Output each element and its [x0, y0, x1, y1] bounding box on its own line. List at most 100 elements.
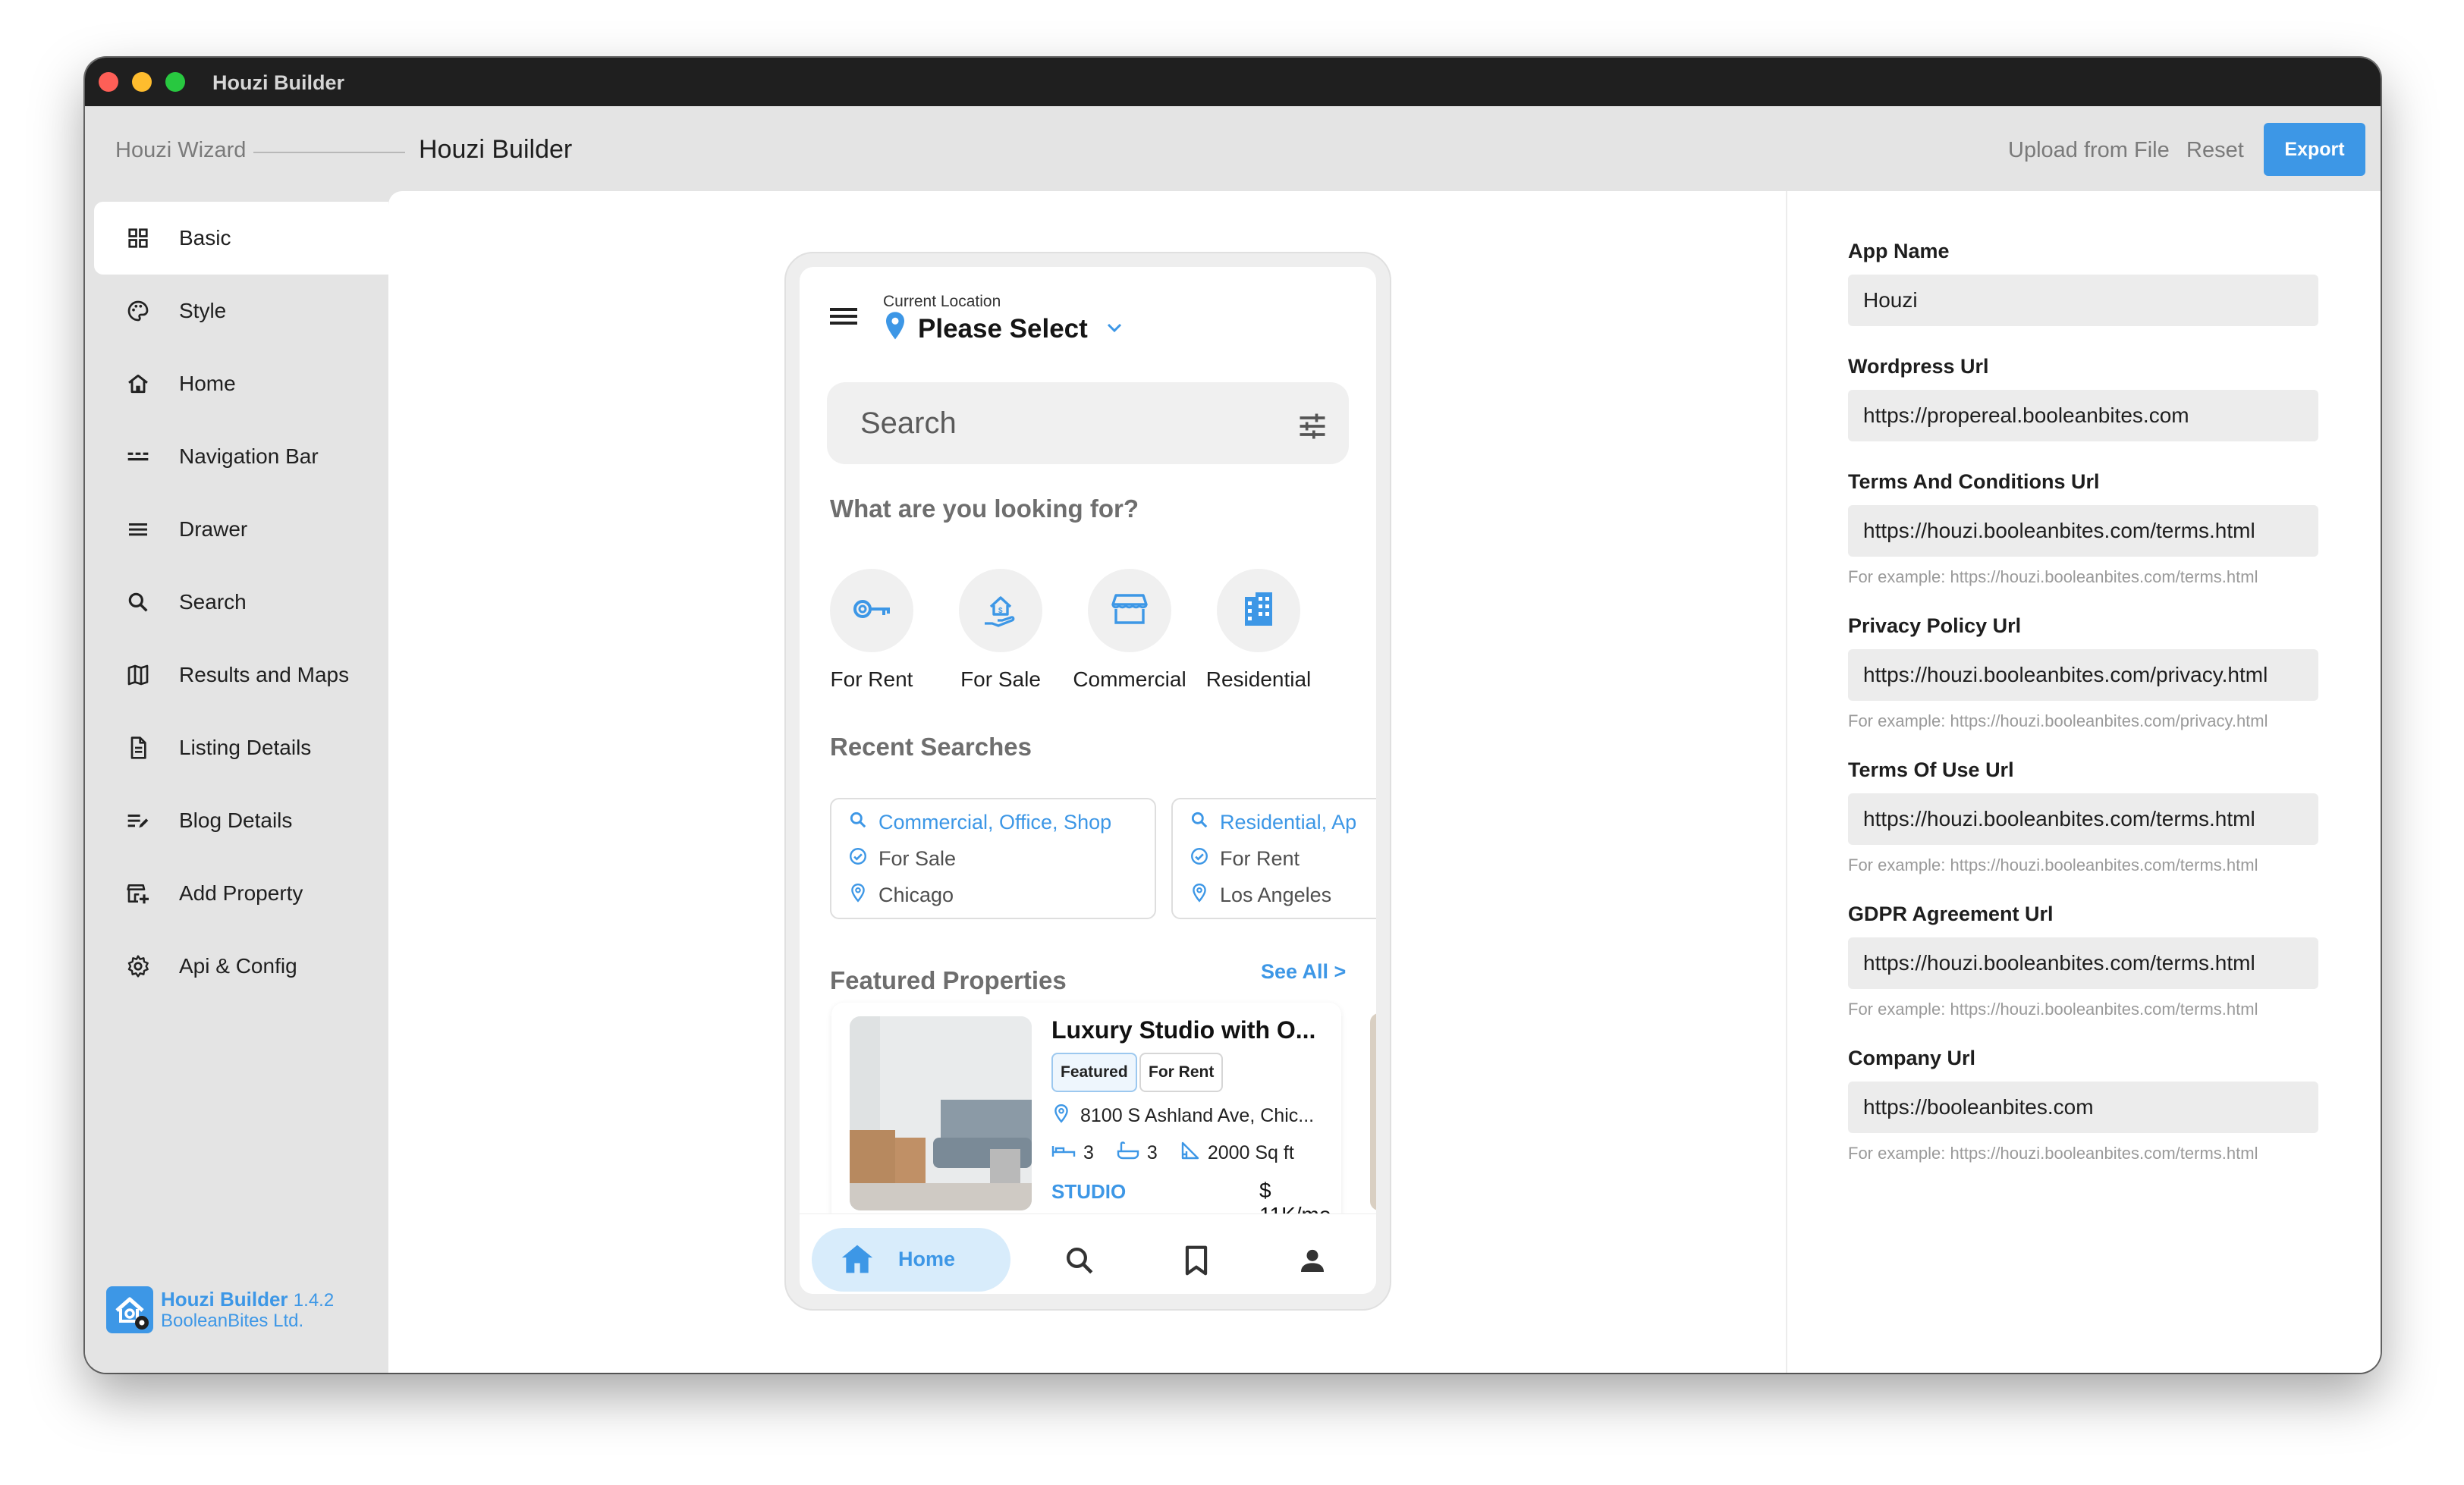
sidebar-item-drawer[interactable]: Drawer: [94, 493, 388, 566]
category-for-sale[interactable]: $: [959, 569, 1042, 652]
map-icon: [123, 660, 153, 690]
bottom-nav-profile-icon[interactable]: [1297, 1245, 1328, 1280]
category-for-rent[interactable]: [830, 569, 913, 652]
sidebar-item-blog-details[interactable]: Blog Details: [94, 784, 388, 857]
gdpr-agreement-url-label: GDPR Agreement Url: [1848, 903, 2054, 925]
location-caption: Current Location: [883, 293, 1001, 310]
next-property-card[interactable]: [1370, 1013, 1376, 1210]
recent-searches-heading: Recent Searches: [830, 733, 1032, 761]
recent-city: Los Angeles: [1220, 884, 1332, 906]
company-url-label: Company Url: [1848, 1047, 1976, 1069]
category-residential[interactable]: [1217, 569, 1300, 652]
settings-form: App Name Houzi Wordpress Url https://pro…: [1786, 191, 2381, 1373]
terms-of-use-url-input[interactable]: https://houzi.booleanbites.com/terms.htm…: [1848, 793, 2318, 845]
recent-search-card[interactable]: Residential, Ap For Rent Los Angeles: [1171, 798, 1376, 919]
property-baths: 3: [1146, 1142, 1158, 1163]
sidebar-item-label: Add Property: [179, 881, 303, 905]
recent-status-row: For Sale: [848, 846, 956, 871]
location-pin-icon: [1190, 883, 1209, 908]
location-select[interactable]: Please Select: [918, 314, 1088, 344]
upload-from-file-button[interactable]: Upload from File: [2008, 138, 2170, 163]
recent-city-row: Los Angeles: [1190, 883, 1331, 908]
category-label: Commercial: [1073, 667, 1186, 691]
recent-search-card[interactable]: Commercial, Office, Shop For Sale Chicag…: [830, 798, 1156, 919]
home-filled-icon: [841, 1243, 874, 1279]
export-button[interactable]: Export: [2264, 123, 2365, 176]
property-address: 8100 S Ashland Ave, Chic...: [1080, 1105, 1315, 1126]
bottom-nav-bookmark-icon[interactable]: [1182, 1245, 1211, 1280]
reset-button[interactable]: Reset: [2186, 138, 2244, 163]
location-pin-icon: [883, 311, 907, 345]
recent-city: Chicago: [878, 884, 954, 906]
app-name-input[interactable]: Houzi: [1848, 275, 2318, 326]
featured-properties-heading: Featured Properties: [830, 966, 1067, 994]
sidebar-item-listing-details[interactable]: Listing Details: [94, 711, 388, 784]
sidebar-item-search[interactable]: Search: [94, 566, 388, 639]
sidebar-item-basic[interactable]: Basic: [94, 202, 388, 275]
sidebar-item-label: Basic: [179, 226, 231, 250]
area-icon: [1180, 1141, 1200, 1166]
location-pin-icon: [1051, 1103, 1071, 1129]
terms-conditions-url-label: Terms And Conditions Url: [1848, 470, 2100, 493]
sidebar-item-add-property[interactable]: Add Property: [94, 857, 388, 930]
company-url-help: For example: https://houzi.booleanbites.…: [1848, 1144, 2258, 1163]
sidebar-item-api-config[interactable]: Api & Config: [94, 930, 388, 1003]
sidebar-item-home[interactable]: Home: [94, 347, 388, 420]
zoom-window-button[interactable]: [165, 72, 185, 92]
terms-of-use-url-help: For example: https://houzi.booleanbites.…: [1848, 856, 2258, 874]
chevron-down-icon[interactable]: [1106, 322, 1123, 338]
phone-preview: Current Location Please Select Search Wh…: [784, 252, 1391, 1311]
bed-icon: [1051, 1141, 1076, 1165]
minimize-window-button[interactable]: [132, 72, 152, 92]
category-label: Residential: [1205, 667, 1312, 691]
search-icon: [848, 810, 868, 835]
see-all-link[interactable]: See All >: [1261, 960, 1346, 984]
sidebar-item-label: Results and Maps: [179, 663, 350, 686]
terms-conditions-url-input[interactable]: https://houzi.booleanbites.com/terms.htm…: [1848, 505, 2318, 557]
apartment-icon: [1242, 591, 1275, 631]
gdpr-agreement-url-input[interactable]: https://houzi.booleanbites.com/terms.htm…: [1848, 937, 2318, 989]
property-features-row: 3 3 2000 Sq ft: [1051, 1141, 1294, 1166]
sidebar-item-style[interactable]: Style: [94, 275, 388, 347]
close-window-button[interactable]: [99, 72, 118, 92]
document-icon: [123, 733, 153, 763]
filter-sliders-icon[interactable]: [1296, 410, 1329, 447]
category-commercial[interactable]: [1088, 569, 1171, 652]
property-card[interactable]: Luxury Studio with O... Featured For Ren…: [831, 1003, 1341, 1230]
sidebar-item-navigation-bar[interactable]: Navigation Bar: [94, 420, 388, 493]
wordpress-url-input[interactable]: https://propereal.booleanbites.com: [1848, 390, 2318, 441]
sidebar-item-label: Navigation Bar: [179, 444, 319, 468]
sidebar-item-label: Listing Details: [179, 736, 312, 759]
recent-query: Residential, Ap: [1220, 811, 1357, 834]
svg-text:$: $: [998, 607, 1003, 615]
privacy-policy-url-input[interactable]: https://houzi.booleanbites.com/privacy.h…: [1848, 649, 2318, 701]
bottom-nav-search-icon[interactable]: [1064, 1245, 1095, 1280]
breadcrumb-wizard[interactable]: Houzi Wizard: [115, 138, 246, 163]
house-hand-icon: $: [982, 590, 1020, 632]
page-title: Houzi Builder: [419, 135, 573, 164]
phone-bottom-nav: Home: [800, 1213, 1376, 1294]
phone-screen: Current Location Please Select Search Wh…: [800, 267, 1376, 1294]
hamburger-menu-icon[interactable]: [828, 303, 859, 329]
privacy-policy-url-help: For example: https://houzi.booleanbites.…: [1848, 711, 2268, 730]
recent-query: Commercial, Office, Shop: [878, 811, 1112, 834]
houzi-logo: [106, 1286, 153, 1333]
recent-status-row: For Rent: [1190, 846, 1300, 871]
wordpress-url-label: Wordpress Url: [1848, 355, 1989, 378]
sidebar: Basic Style Home Navigation Bar Drawer S…: [85, 191, 388, 1373]
sidebar-item-results-and-maps[interactable]: Results and Maps: [94, 639, 388, 711]
company-url-input[interactable]: https://booleanbites.com: [1848, 1082, 2318, 1133]
bath-icon: [1117, 1141, 1139, 1166]
brand-name: Houzi Builder 1.4.2: [161, 1288, 335, 1311]
home-icon: [123, 369, 153, 399]
brand-version: 1.4.2: [293, 1290, 335, 1311]
recent-status: For Rent: [1220, 847, 1300, 870]
breadcrumb-divider: [253, 152, 405, 153]
navbar-icon: [123, 441, 153, 472]
recent-city-row: Chicago: [848, 883, 954, 908]
key-icon: [850, 594, 893, 628]
property-area: 2000 Sq ft: [1207, 1142, 1294, 1163]
category-label: For Sale: [960, 667, 1041, 691]
property-address-row: 8100 S Ashland Ave, Chic...: [1051, 1103, 1314, 1129]
search-icon: [123, 587, 153, 617]
